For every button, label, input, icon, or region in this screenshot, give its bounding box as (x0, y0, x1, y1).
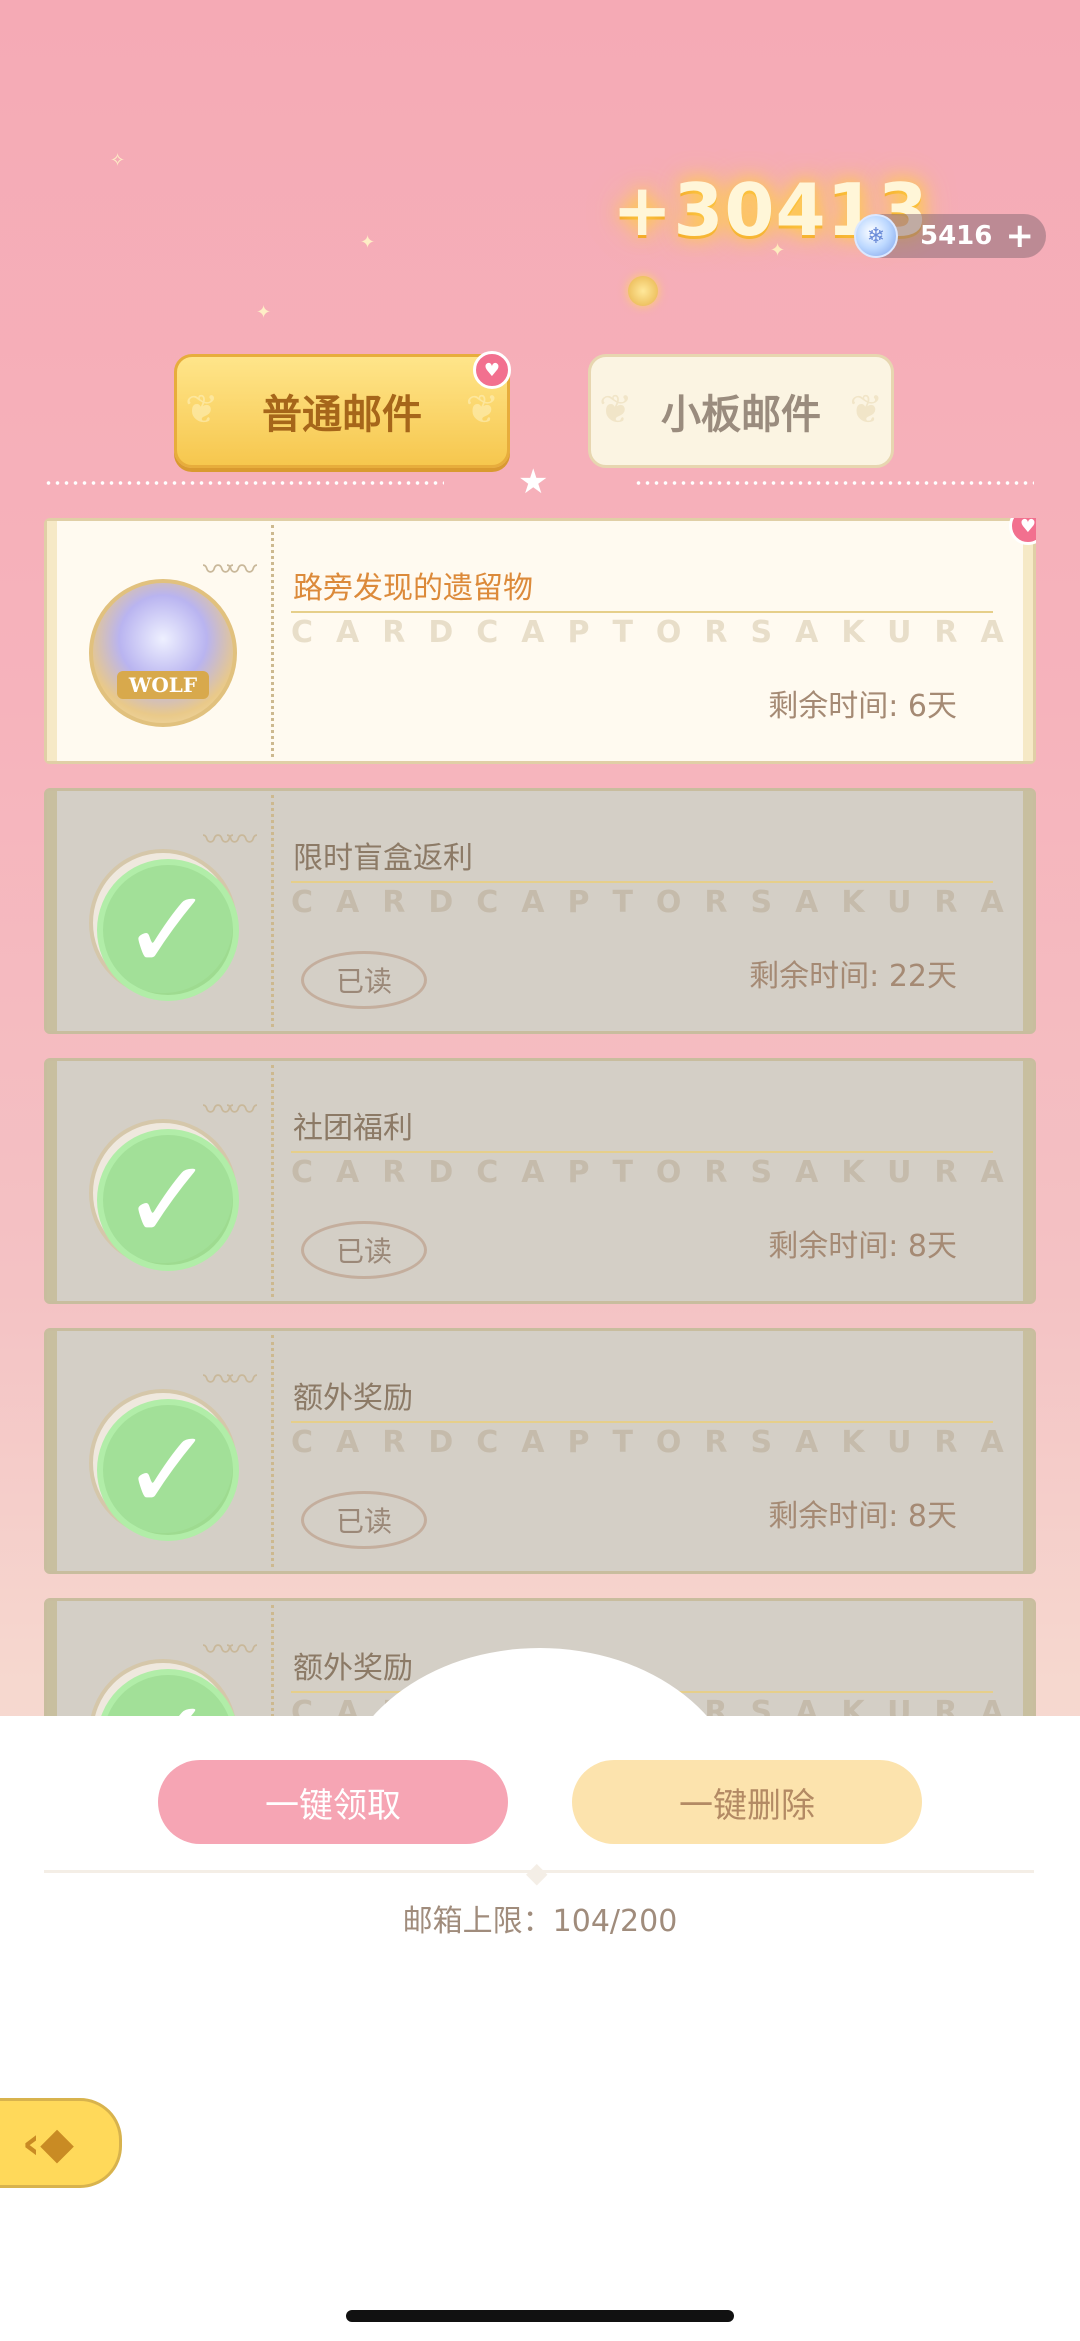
mail-list[interactable]: 〰〰 WOLF 路旁发现的遗留物 CARDCAPTORSAKURA 剩余时间: … (44, 518, 1036, 1716)
mail-watermark: CARDCAPTORSAKURA (291, 1155, 1027, 1190)
mail-stamp: 〰〰 ✓ (77, 1091, 257, 1271)
card-edge (47, 521, 57, 761)
mail-stamp: 〰〰 ✓ (77, 821, 257, 1001)
mail-title: 额外奖励 (293, 1651, 413, 1686)
perforation-line (271, 1335, 274, 1567)
card-edge (47, 1601, 57, 1716)
delete-all-button[interactable]: 一键删除 (572, 1760, 922, 1844)
remaining-time: 剩余时间: 6天 (768, 689, 957, 724)
card-edge (47, 791, 57, 1031)
mail-stamp: 〰〰 WOLF (77, 551, 257, 731)
mail-title: 路旁发现的遗留物 (293, 571, 533, 606)
tab-small-board-mail[interactable]: ❦ 小板邮件 ❦ (588, 354, 894, 468)
divider-dots (44, 481, 444, 485)
divider-dots (634, 481, 1034, 485)
mail-stamp: 〰〰 ✓ (77, 1631, 257, 1716)
wing-right-icon: ❦ (849, 387, 883, 433)
wing-left-icon: ❦ (185, 387, 219, 433)
perforation-line (271, 1605, 274, 1716)
perforation-line (271, 1065, 274, 1297)
read-status-stamp: 已读 (301, 1491, 427, 1549)
mailbox-capacity: 邮箱上限：104/200 (402, 1904, 678, 1939)
postmark-wave-icon: 〰〰 (203, 553, 257, 588)
sparkle-decoration: ✧ (110, 150, 126, 171)
mail-watermark: CARDCAPTORSAKURA (291, 1425, 1027, 1460)
star-icon: ★ (518, 462, 549, 502)
sparkle-decoration: ✦ (360, 232, 376, 253)
currency-bar[interactable]: ❄ 5416 + (854, 214, 1046, 258)
title-underline (291, 881, 993, 883)
back-arrow-icon: ‹◆ (22, 2117, 74, 2169)
notification-badge-icon: ♥ (473, 351, 511, 389)
back-button[interactable]: ‹◆ (0, 2098, 122, 2188)
postmark-wave-icon: 〰〰 (203, 1633, 257, 1668)
currency-value: 5416 (920, 221, 993, 251)
diamond-icon: ◆ (526, 1856, 548, 1889)
mail-title: 限时盲盒返利 (293, 841, 473, 876)
checkmark-icon: ✓ (97, 859, 239, 1001)
postmark-wave-icon: 〰〰 (203, 1363, 257, 1398)
section-divider: ★ (44, 462, 1034, 502)
mail-item[interactable]: 〰〰 WOLF 路旁发现的遗留物 CARDCAPTORSAKURA 剩余时间: … (44, 518, 1036, 764)
coin-icon (628, 276, 658, 306)
mail-title: 额外奖励 (293, 1381, 413, 1416)
wolf-medal-icon: WOLF (89, 579, 237, 727)
read-status-stamp: 已读 (301, 1221, 427, 1279)
wing-right-icon: ❦ (465, 387, 499, 433)
medal-label: WOLF (116, 671, 210, 699)
wing-left-icon: ❦ (599, 387, 633, 433)
tab-label: 小板邮件 (661, 392, 821, 438)
title-underline (291, 611, 993, 613)
mail-stamp: 〰〰 ✓ (77, 1361, 257, 1541)
home-indicator[interactable] (346, 2310, 734, 2322)
sparkle-decoration: ✦ (256, 302, 272, 323)
mail-watermark: CARDCAPTORSAKURA (291, 615, 1027, 650)
card-edge (47, 1331, 57, 1571)
mail-item[interactable]: 〰〰 ✓ 额外奖励 CARDCAPTORSAKURA 已读 剩余时间: 8天 (44, 1328, 1036, 1574)
title-underline (291, 1421, 993, 1423)
mail-watermark: CARDCAPTORSAKURA (291, 885, 1027, 920)
checkmark-icon: ✓ (97, 1129, 239, 1271)
perforation-line (271, 525, 274, 757)
card-edge (47, 1061, 57, 1301)
mail-item[interactable]: 〰〰 ✓ 限时盲盒返利 CARDCAPTORSAKURA 已读 剩余时间: 22… (44, 788, 1036, 1034)
remaining-time: 剩余时间: 8天 (768, 1499, 957, 1534)
mail-title: 社团福利 (293, 1111, 413, 1146)
checkmark-icon: ✓ (97, 1399, 239, 1541)
plus-icon[interactable]: + (1006, 219, 1035, 253)
tab-normal-mail[interactable]: ❦ 普通邮件 ❦ ♥ (174, 351, 511, 468)
read-status-stamp: 已读 (301, 951, 427, 1009)
tab-label: 普通邮件 (262, 392, 422, 438)
perforation-line (271, 795, 274, 1027)
notification-badge-icon: ♥ (1009, 518, 1036, 545)
gem-icon: ❄ (854, 214, 898, 258)
postmark-wave-icon: 〰〰 (203, 823, 257, 858)
claim-all-button[interactable]: 一键领取 (158, 1760, 508, 1844)
title-underline (291, 1151, 993, 1153)
remaining-time: 剩余时间: 22天 (749, 959, 957, 994)
remaining-time: 剩余时间: 8天 (768, 1229, 957, 1264)
mail-item[interactable]: 〰〰 ✓ 社团福利 CARDCAPTORSAKURA 已读 剩余时间: 8天 (44, 1058, 1036, 1304)
postmark-wave-icon: 〰〰 (203, 1093, 257, 1128)
